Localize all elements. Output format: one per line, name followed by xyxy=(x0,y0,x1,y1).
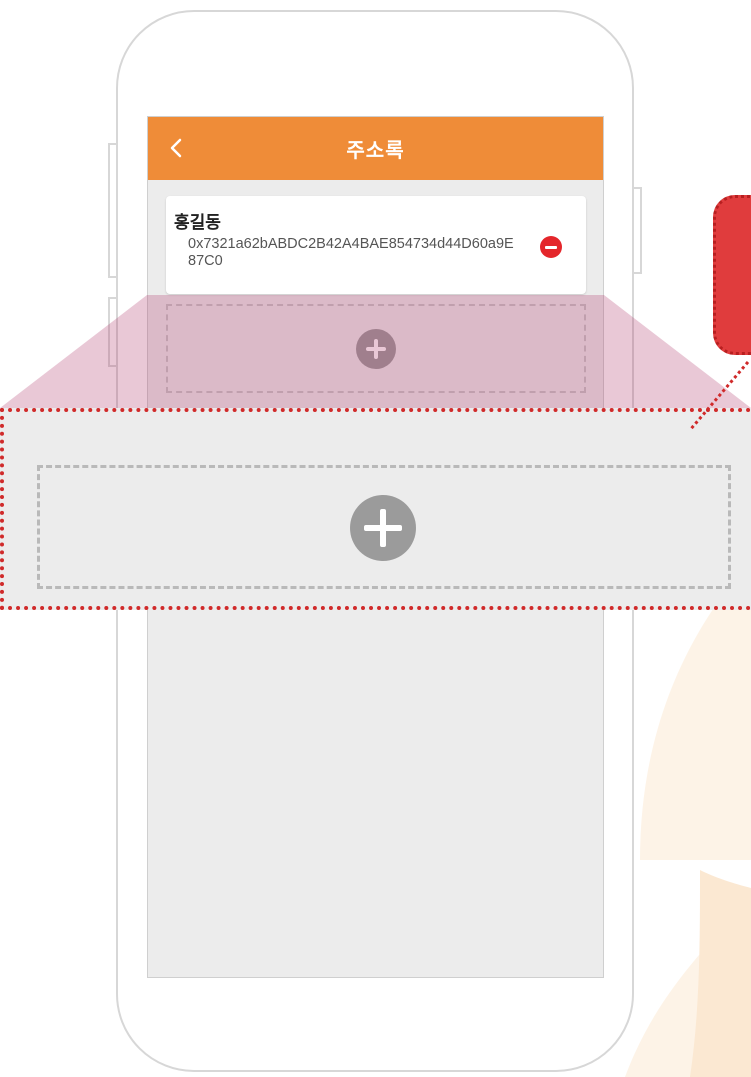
plus-circle-icon xyxy=(356,329,396,369)
app-bar: 주소록 xyxy=(148,117,603,180)
entry-address: 0x7321a62bABDC2B42A4BAE854734d44D60a9E87… xyxy=(188,236,514,269)
chevron-left-icon[interactable] xyxy=(162,133,190,163)
plus-circle-icon xyxy=(350,495,416,561)
minus-circle-icon[interactable] xyxy=(540,236,562,258)
entry-name: 홍길동 xyxy=(174,213,221,232)
page-title: 주소록 xyxy=(346,140,405,162)
address-entry-card[interactable]: 홍길동 0x7321a62bABDC2B42A4BAE854734d44D60a… xyxy=(166,196,586,294)
add-address-button[interactable] xyxy=(166,304,586,393)
annotation-callout xyxy=(713,195,751,355)
add-address-button-zoomed[interactable] xyxy=(37,465,731,589)
